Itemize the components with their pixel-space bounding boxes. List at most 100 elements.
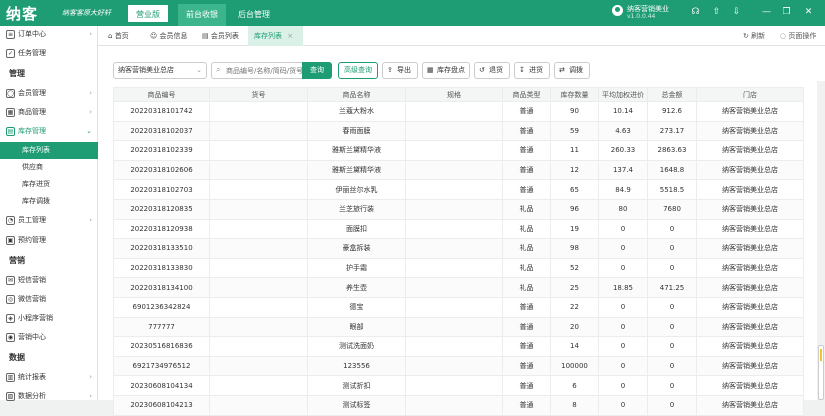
nav-tab-cashier[interactable]: 前台收银 (178, 4, 226, 26)
sidebar-item-reports[interactable]: ▥ 统计报表 › (0, 369, 98, 386)
sms-icon: ✉ (6, 276, 15, 285)
table-row[interactable]: 20220318101742 兰蔻大粉水 普通 90 10.14 912.6 纳客营销美业总… (113, 101, 804, 122)
tab-member-list[interactable]: ▤ 会员列表 (202, 26, 246, 46)
table-cell: 纳客营销美业总店 (696, 159, 804, 181)
table-cell (209, 238, 308, 259)
sidebar-item-analysis[interactable]: ▧ 数据分析 › (0, 388, 98, 405)
table-cell (405, 394, 503, 416)
table-cell: 纳客营销美业总店 (696, 296, 804, 318)
table-header-row: 商品编号 货号 商品名称 规格 商品类型 库存数量 平均加权进价 总金额 门店 (113, 87, 804, 102)
purchase-button[interactable]: ↧ 进货 (514, 62, 550, 79)
sidebar-item-label: 短信营销 (18, 276, 46, 284)
table-row[interactable]: 20220318102339 雅斯兰黛精华液 普通 11 260.33 2863.63 纳客… (113, 140, 804, 161)
table-cell: 普通 (502, 159, 551, 181)
table-cell: 纳客营销美业总店 (696, 257, 804, 279)
table-cell: 测试洗面奶 (307, 336, 406, 357)
table-row[interactable]: 20220318134100 养生壶 礼品 25 18.85 471.25 纳客营销美业总店 (113, 277, 804, 298)
sidebar-item-booking[interactable]: ▣ 预约管理 (0, 232, 98, 249)
sidebar-item-goods[interactable]: ▦ 商品管理 › (0, 104, 98, 121)
table-row[interactable]: 6901236342824 德宝 普通 22 0 0 纳客营销美业总店 (113, 296, 804, 318)
table-row[interactable]: 20230608104134 测试折扣 普通 6 0 0 纳客营销美业总店 (113, 375, 804, 396)
table-row[interactable]: 20220318133510 豪盒拆装 礼品 98 0 0 纳客营销美业总店 (113, 238, 804, 259)
close-tab-icon[interactable]: × (287, 32, 293, 40)
table-cell: 4.63 (598, 120, 648, 142)
chevron-right-icon: › (89, 108, 92, 116)
return-button[interactable]: ↺ 退货 (474, 62, 510, 79)
table-row[interactable]: 20230516816836 测试洗面奶 普通 14 0 0 纳客营销美业总店 (113, 336, 804, 357)
sidebar-item-label: 预约管理 (18, 236, 46, 244)
advanced-search-button[interactable]: 高级查询 (338, 62, 378, 79)
table-cell: 纳客营销美业总店 (696, 336, 804, 357)
store-select[interactable]: 纳客营销美业总店 ⌄ (113, 62, 207, 79)
table-cell: 纳客营销美业总店 (696, 101, 804, 122)
tab-member-info[interactable]: ☺ 会员信息 (150, 26, 194, 46)
sidebar-item-stock[interactable]: ▤ 库存管理 ⌄ (0, 123, 98, 140)
refresh-button[interactable]: ↻ 刷新 (743, 26, 765, 46)
column-header[interactable]: 商品名称 (307, 87, 406, 102)
sidebar-sub-supplier[interactable]: 供应商 (0, 159, 98, 176)
sidebar-sub-stock-transfer[interactable]: 库存调拨 (0, 193, 98, 210)
tab-home[interactable]: ⌂ 首页 (108, 26, 144, 46)
sidebar-item-orders[interactable]: ≡ 订单中心 › (0, 26, 98, 43)
avatar[interactable] (612, 5, 623, 16)
table-row[interactable]: 20220318102703 伊丽丝尔水乳 普通 65 84.9 5518.5 纳客营销美业… (113, 179, 804, 200)
search-input[interactable] (212, 63, 303, 78)
nav-tab-backend[interactable]: 后台管理 (230, 4, 278, 26)
table-row[interactable]: 20220318102606 雅斯兰黛精华液 普通 12 137.4 1648.8 纳客营销… (113, 159, 804, 181)
column-header[interactable]: 门店 (696, 87, 804, 102)
headset-icon[interactable]: ☊ (689, 6, 702, 19)
table-cell: 礼品 (502, 218, 551, 240)
table-row[interactable]: 20220318120835 兰芝旅行装 礼品 96 80 7680 纳客营销美业总店 (113, 198, 804, 220)
table-cell (209, 140, 308, 161)
transfer-button[interactable]: ⇄ 调拨 (554, 62, 590, 79)
table-row[interactable]: 777777 眼部 普通 20 0 0 纳客营销美业总店 (113, 316, 804, 338)
table-cell: 12 (550, 159, 599, 181)
table-row[interactable]: 6921734976512 123556 普通 100000 0 0 纳客营销美业总店 (113, 355, 804, 377)
column-header[interactable]: 货号 (209, 87, 308, 102)
sidebar-item-label: 会员管理 (18, 89, 46, 97)
sidebar-item-sms[interactable]: ✉ 短信营销 (0, 272, 98, 289)
table-cell (405, 159, 503, 181)
refresh-label: 刷新 (751, 32, 766, 40)
scrollbar-thumb[interactable] (818, 345, 824, 400)
sidebar-item-members[interactable]: ◯ 会员管理 › (0, 85, 98, 102)
column-header[interactable]: 总金额 (647, 87, 697, 102)
table-cell: 123556 (307, 355, 406, 377)
table-row[interactable]: 20220318120938 面膜扣 礼品 19 0 0 纳客营销美业总店 (113, 218, 804, 240)
restore-icon[interactable]: ❐ (780, 6, 793, 19)
export-button[interactable]: ⇪ 导出 (382, 62, 418, 79)
page-ops-button[interactable]: ◌ 页面操作 (780, 26, 816, 46)
column-header[interactable]: 库存数量 (550, 87, 599, 102)
table-row[interactable]: 20220318102037 春雨面膜 普通 59 4.63 273.17 纳客营销美业总店 (113, 120, 804, 142)
sidebar-item-staff[interactable]: ◔ 员工管理 › (0, 212, 98, 229)
table-cell: 0 (647, 336, 697, 357)
download-icon[interactable]: ⇩ (730, 6, 743, 19)
sidebar-item-tasks[interactable]: ✓ 任务管理 (0, 45, 98, 62)
stocktake-button[interactable]: ▦ 库存盘点 (422, 62, 470, 79)
table-cell: 普通 (502, 336, 551, 357)
table-cell: 20220318101742 (113, 101, 210, 122)
table-body: 20220318101742 兰蔻大粉水 普通 90 10.14 912.6 纳客营销美业总… (113, 101, 804, 416)
column-header[interactable]: 规格 (405, 87, 503, 102)
business-mode-button[interactable]: 营业版 (128, 5, 168, 22)
column-header[interactable]: 商品编号 (113, 87, 210, 102)
table-cell (209, 101, 308, 122)
table-cell: 0 (598, 355, 648, 377)
sidebar-item-wechat[interactable]: ◎ 微信营销 (0, 291, 98, 308)
column-header[interactable]: 平均加权进价 (598, 87, 648, 102)
upload-icon[interactable]: ⇧ (710, 6, 723, 19)
tab-stock-list[interactable]: 库存列表 × (248, 26, 303, 46)
table-row[interactable]: 20230608104213 测试标签 普通 8 0 0 纳客营销美业总店 (113, 394, 804, 416)
minimize-icon[interactable]: — (760, 6, 773, 19)
sidebar-group-marketing: 营销 (9, 256, 25, 265)
table-cell: 纳客营销美业总店 (696, 316, 804, 338)
search-button[interactable]: 查询 (302, 62, 332, 79)
sidebar-sub-stock-in[interactable]: 库存进货 (0, 176, 98, 193)
column-header[interactable]: 商品类型 (502, 87, 551, 102)
sidebar-sub-stock-list[interactable]: 库存列表 (0, 142, 98, 159)
table-row[interactable]: 20220318133830 护手霜 礼品 52 0 0 纳客营销美业总店 (113, 257, 804, 279)
sidebar-item-marketing-center[interactable]: ◉ 营销中心 (0, 329, 98, 346)
sidebar-item-miniapp[interactable]: ◈ 小程序营销 (0, 310, 98, 327)
close-icon[interactable]: ✕ (802, 6, 815, 19)
sidebar-item-label: 订单中心 (18, 30, 46, 38)
